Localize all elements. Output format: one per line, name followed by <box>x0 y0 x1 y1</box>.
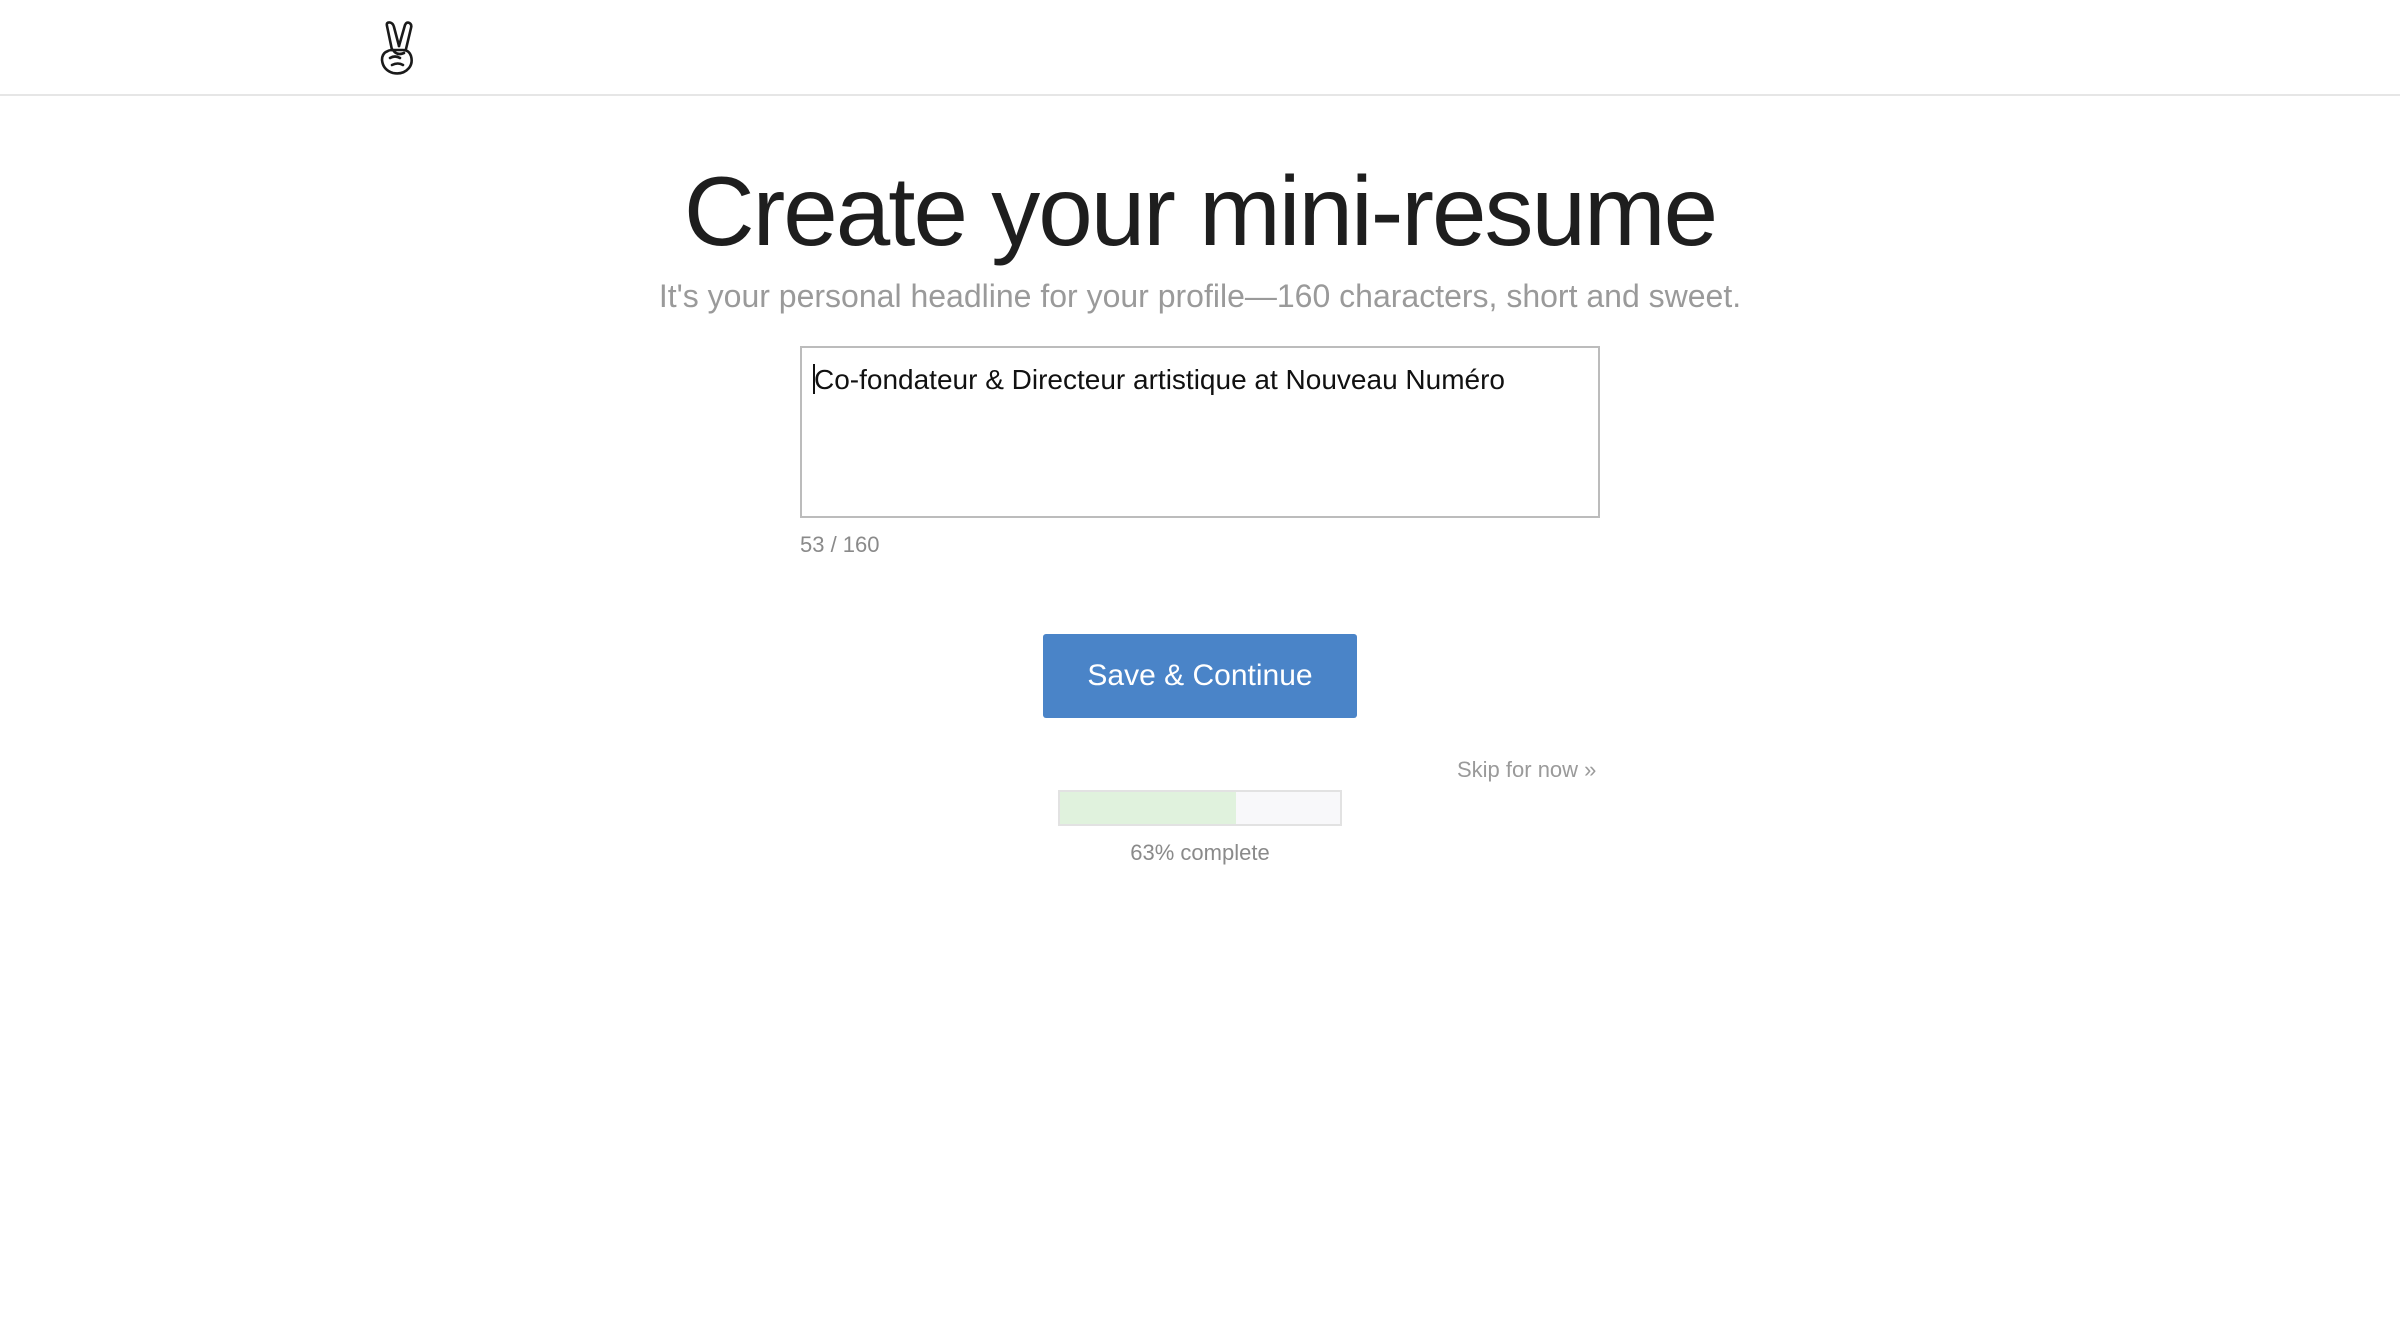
peace-hand-icon[interactable] <box>376 20 426 76</box>
text-cursor <box>813 364 815 394</box>
progress-bar <box>1058 790 1342 826</box>
page-title: Create your mini-resume <box>683 156 1718 266</box>
save-continue-button[interactable]: Save & Continue <box>1043 634 1357 718</box>
headline-textarea-container[interactable] <box>800 346 1600 518</box>
skip-for-now-link[interactable]: Skip for now » <box>1457 755 1596 785</box>
progress-label: 63% complete <box>1130 840 1270 865</box>
headline-textarea[interactable] <box>814 360 1586 504</box>
top-navbar <box>0 0 2400 96</box>
character-counter: 53 / 160 <box>800 532 880 557</box>
page-subtitle: It's your personal headline for your pro… <box>658 278 1742 314</box>
progress-bar-fill <box>1060 792 1237 824</box>
